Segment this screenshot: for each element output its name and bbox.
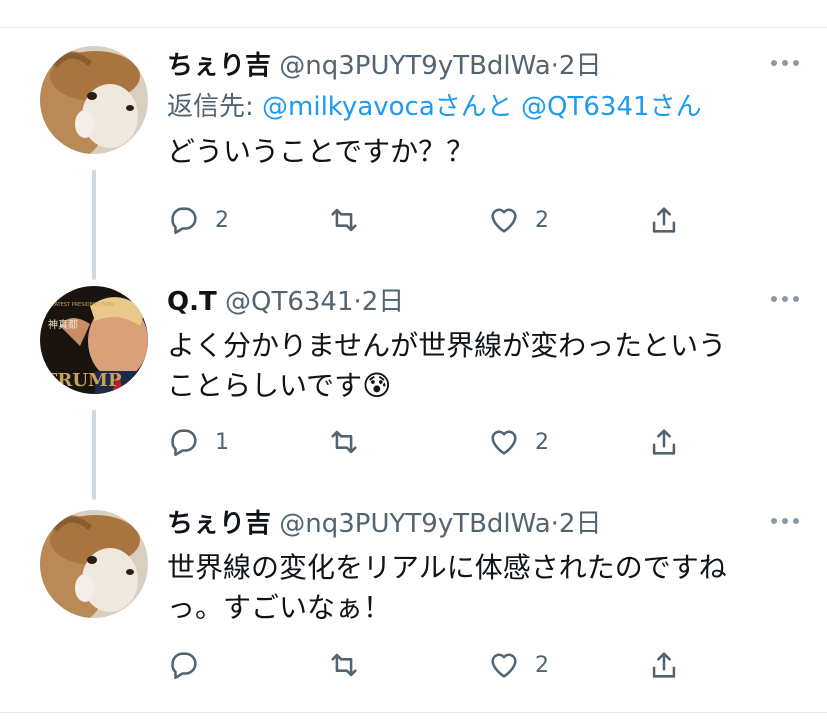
tweet-text-content: よく分かりませんが世界線が変わったという ことらしいです (167, 329, 727, 402)
trump-avatar-image: 神真都 GREATEST PRESIDENT EVER TRUMP (40, 286, 148, 394)
user-handle[interactable]: @nq3PUYT9yTBdlWa (279, 51, 550, 81)
separator-dot: · (550, 509, 559, 539)
reply-to-prefix: 返信先: (167, 92, 263, 122)
tweet-text: どういうことですか？？ (167, 135, 475, 168)
tweet[interactable]: ちぇり吉 @nq3PUYT9yTBdlWa·2日 世界線の変化をリアルに体感され… (0, 492, 827, 707)
timestamp[interactable]: 2日 (559, 509, 602, 539)
avatar[interactable] (40, 510, 148, 618)
retweet-button[interactable] (327, 200, 361, 240)
reply-to-suffix: さん (649, 92, 702, 122)
mention-link[interactable]: @milkyavoca (262, 92, 435, 122)
separator-dot: · (550, 51, 559, 81)
tweet-actions: 2 2 (167, 200, 687, 240)
display-name[interactable]: ちぇり吉 (167, 51, 271, 81)
avatar-kanji: 神真都 (48, 318, 78, 331)
tweet-text: 世界線の変化をリアルに体感されたのですね っ。すごいなぁ！ (167, 551, 727, 624)
tweet-text: よく分かりませんが世界線が変わったという ことらしいです😰 (167, 326, 807, 406)
share-icon (652, 429, 676, 455)
more-options-icon[interactable] (771, 60, 799, 66)
dog-avatar-image (40, 510, 148, 618)
retweet-button[interactable] (327, 422, 361, 462)
avatar-caption-bottom: TRUMP (44, 370, 122, 391)
reply-button[interactable]: 1 (167, 422, 229, 462)
bottom-divider (0, 712, 827, 713)
tweet[interactable]: 神真都 GREATEST PRESIDENT EVER TRUMP Q.T @Q… (0, 270, 827, 480)
reply-count: 1 (215, 429, 229, 455)
reply-icon (171, 207, 197, 235)
timestamp[interactable]: 2日 (559, 51, 602, 81)
separator-dot: · (353, 287, 362, 317)
retweet-icon (331, 208, 357, 232)
reply-button[interactable] (167, 645, 201, 685)
like-button[interactable]: 2 (487, 422, 549, 462)
retweet-icon (331, 653, 357, 677)
share-icon (652, 652, 676, 678)
more-options-icon[interactable] (771, 296, 799, 302)
display-name[interactable]: Q.T (167, 287, 217, 317)
retweet-icon (331, 430, 357, 454)
mention-link[interactable]: @QT6341 (521, 92, 650, 122)
share-button[interactable] (647, 645, 681, 685)
heart-icon (491, 653, 517, 678)
fearful-face-emoji: 😰 (362, 369, 392, 402)
display-name[interactable]: ちぇり吉 (167, 509, 271, 539)
share-button[interactable] (647, 200, 681, 240)
share-button[interactable] (647, 422, 681, 462)
reply-to-mid: さんと (434, 92, 522, 122)
avatar[interactable]: 神真都 GREATEST PRESIDENT EVER TRUMP (40, 286, 148, 394)
tweet-actions: 2 (167, 645, 687, 685)
tweet-actions: 1 2 (167, 422, 687, 462)
like-count: 2 (535, 207, 549, 233)
reply-icon (171, 652, 197, 680)
reply-to-line: 返信先: @milkyavocaさんと @QT6341さん (167, 88, 807, 126)
reply-count: 2 (215, 207, 229, 233)
avatar-caption-top: GREATEST PRESIDENT EVER (44, 302, 115, 308)
like-button[interactable]: 2 (487, 200, 549, 240)
user-handle[interactable]: @nq3PUYT9yTBdlWa (279, 509, 550, 539)
reply-button[interactable]: 2 (167, 200, 229, 240)
more-options-icon[interactable] (771, 518, 799, 524)
dog-avatar-image (40, 46, 148, 154)
like-count: 2 (535, 652, 549, 678)
share-icon (652, 207, 676, 233)
like-button[interactable]: 2 (487, 645, 549, 685)
heart-icon (491, 208, 517, 233)
reply-icon (171, 429, 197, 457)
like-count: 2 (535, 429, 549, 455)
avatar[interactable] (40, 46, 148, 154)
timestamp[interactable]: 2日 (362, 287, 405, 317)
heart-icon (491, 430, 517, 455)
tweet[interactable]: ちぇり吉 @nq3PUYT9yTBdlWa·2日 返信先: @milkyavoc… (0, 0, 827, 250)
user-handle[interactable]: @QT6341 (225, 287, 354, 317)
retweet-button[interactable] (327, 645, 361, 685)
